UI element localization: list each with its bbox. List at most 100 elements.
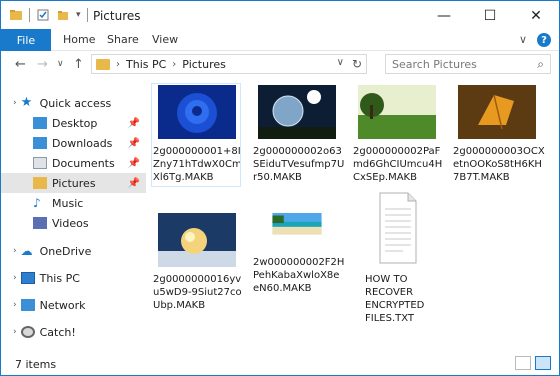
image-thumbnail — [272, 213, 322, 235]
star-icon: ★ — [20, 95, 33, 110]
large-icons-view-icon[interactable] — [535, 356, 551, 370]
nav-music[interactable]: ♪ Music — [1, 193, 146, 213]
ribbon-controls: ∨ ? — [519, 33, 551, 47]
pin-icon[interactable]: 📌 — [128, 138, 140, 149]
toolbar-divider — [86, 8, 88, 22]
pin-icon[interactable]: 📌 — [128, 178, 140, 189]
details-view-icon[interactable] — [515, 356, 531, 370]
file-name: 2w000000002F2HPehKabaXwloX8eeN60.MAKB — [253, 257, 345, 294]
recent-locations-icon[interactable]: ∨ — [57, 59, 64, 69]
search-placeholder: Search Pictures — [392, 57, 477, 71]
quick-access-toolbar: ▾ — [9, 8, 88, 22]
pin-icon[interactable]: 📌 — [128, 158, 140, 169]
forward-icon[interactable]: → — [37, 57, 48, 72]
minimize-button[interactable]: — — [421, 1, 467, 31]
search-input[interactable]: Search Pictures ⌕ — [385, 54, 551, 74]
up-icon[interactable]: ↑ — [73, 57, 84, 72]
nav-label: Quick access — [39, 96, 112, 110]
nav-documents[interactable]: Documents 📌 — [1, 153, 146, 173]
expand-ribbon-icon[interactable]: ∨ — [519, 33, 527, 47]
file-item[interactable]: 2g000000003OCXetnOOKoS8tH6KH7B7T.MAKB — [453, 85, 545, 184]
folder-icon — [10, 10, 22, 20]
tab-home[interactable]: Home — [63, 33, 95, 46]
nav-catch[interactable]: › Catch! — [1, 322, 146, 342]
toolbar-divider — [29, 8, 30, 22]
chevron-down-icon[interactable]: ∨ — [337, 57, 344, 68]
cloud-icon: ☁ — [20, 244, 33, 258]
new-folder-icon[interactable] — [56, 8, 70, 22]
nav-onedrive[interactable]: › ☁ OneDrive — [1, 241, 146, 261]
nav-label: This PC — [39, 271, 80, 285]
nav-label: Catch! — [39, 325, 76, 339]
nav-label: OneDrive — [39, 244, 92, 258]
search-icon: ⌕ — [537, 57, 544, 71]
file-item[interactable]: 2g000000001+8IZny71hTdwX0CmXl6Tg.MAKB — [151, 83, 245, 187]
breadcrumb-this-pc[interactable]: This PC — [126, 58, 166, 71]
view-switcher — [515, 356, 551, 370]
help-icon[interactable]: ? — [537, 33, 551, 47]
image-thumbnail — [158, 213, 236, 267]
refresh-icon[interactable]: ↻ — [352, 57, 362, 71]
nav-label: Videos — [52, 216, 89, 230]
catch-icon — [20, 326, 35, 338]
tab-share[interactable]: Share — [107, 33, 139, 46]
breadcrumb-pictures[interactable]: Pictures — [182, 58, 226, 71]
close-button[interactable]: ✕ — [513, 1, 559, 31]
window-controls: — ☐ ✕ — [421, 1, 559, 31]
file-item[interactable]: HOW TO RECOVER ENCRYPTED FILES.TXT — [353, 191, 445, 325]
file-item[interactable]: 2g000000002PaFmd6GhCIUmcu4HCxSEp.MAKB — [353, 85, 445, 184]
nav-pictures[interactable]: Pictures 📌 — [1, 173, 146, 193]
nav-videos[interactable]: Videos — [1, 213, 146, 233]
file-view: 2g000000001+8IZny71hTdwX0CmXl6Tg.MAKB 2g… — [149, 81, 549, 349]
desktop-folder-icon — [33, 117, 47, 129]
qat-dropdown-icon[interactable]: ▾ — [76, 10, 81, 20]
tab-view[interactable]: View — [152, 33, 178, 46]
videos-folder-icon — [33, 217, 47, 229]
explorer-window: ▾ Pictures — ☐ ✕ File Home Share View ∨ … — [0, 0, 560, 376]
downloads-folder-icon — [33, 137, 47, 149]
nav-label: Downloads — [52, 136, 113, 150]
nav-label: Music — [52, 196, 84, 210]
maximize-button[interactable]: ☐ — [467, 1, 513, 31]
nav-downloads[interactable]: Downloads 📌 — [1, 133, 146, 153]
ribbon: File Home Share View ∨ ? — [1, 29, 559, 51]
file-name: 2g000000002o63SEiduTVesufmp7Ur50.MAKB — [253, 146, 345, 183]
image-thumbnail — [458, 85, 536, 139]
nav-label: Pictures — [52, 176, 96, 190]
file-item[interactable]: 2w000000002F2HPehKabaXwloX8eeN60.MAKB — [253, 213, 345, 295]
nav-label: Desktop — [52, 116, 98, 130]
file-name: 2g000000003OCXetnOOKoS8tH6KH7B7T.MAKB — [453, 146, 545, 183]
nav-this-pc[interactable]: › This PC — [1, 268, 146, 288]
window-title: Pictures — [93, 9, 141, 23]
file-item[interactable]: 2g000000002o63SEiduTVesufmp7Ur50.MAKB — [253, 85, 345, 184]
file-item[interactable]: 2g0000000016yvu5wD9-9Siut27coUbp.MAKB — [153, 213, 245, 312]
address-bar[interactable]: › This PC › Pictures ∨ ↻ — [91, 54, 367, 74]
status-bar: 7 items — [1, 353, 559, 375]
nav-label: Documents — [52, 156, 115, 170]
text-document-icon — [379, 192, 417, 264]
chevron-right-icon[interactable]: › — [172, 59, 176, 70]
nav-network[interactable]: › Network — [1, 295, 146, 315]
file-name: HOW TO RECOVER ENCRYPTED FILES.TXT — [365, 274, 425, 324]
image-thumbnail — [258, 85, 336, 139]
pin-icon[interactable]: 📌 — [128, 118, 140, 129]
navigation-pane: › ★ Quick access Desktop 📌 Downloads 📌 D… — [1, 85, 146, 347]
tab-file[interactable]: File — [1, 29, 51, 51]
chevron-right-icon[interactable]: › — [116, 59, 120, 70]
properties-icon[interactable] — [36, 8, 50, 22]
back-icon[interactable]: ← — [15, 57, 26, 72]
item-count: 7 items — [15, 358, 57, 371]
address-row: ← → ∨ ↑ › This PC › Pictures ∨ ↻ Search … — [1, 53, 559, 77]
computer-icon — [20, 272, 35, 284]
file-name: 2g000000002PaFmd6GhCIUmcu4HCxSEp.MAKB — [353, 146, 443, 183]
image-thumbnail — [358, 85, 436, 139]
title-bar: ▾ Pictures — ☐ ✕ — [1, 1, 559, 31]
pictures-folder-icon — [96, 58, 110, 70]
nav-desktop[interactable]: Desktop 📌 — [1, 113, 146, 133]
pictures-folder-icon — [33, 177, 47, 189]
documents-folder-icon — [33, 157, 47, 169]
network-icon — [20, 299, 35, 311]
selection-outline — [151, 83, 241, 187]
nav-label: Network — [39, 298, 86, 312]
nav-quick-access[interactable]: › ★ Quick access — [1, 93, 146, 113]
